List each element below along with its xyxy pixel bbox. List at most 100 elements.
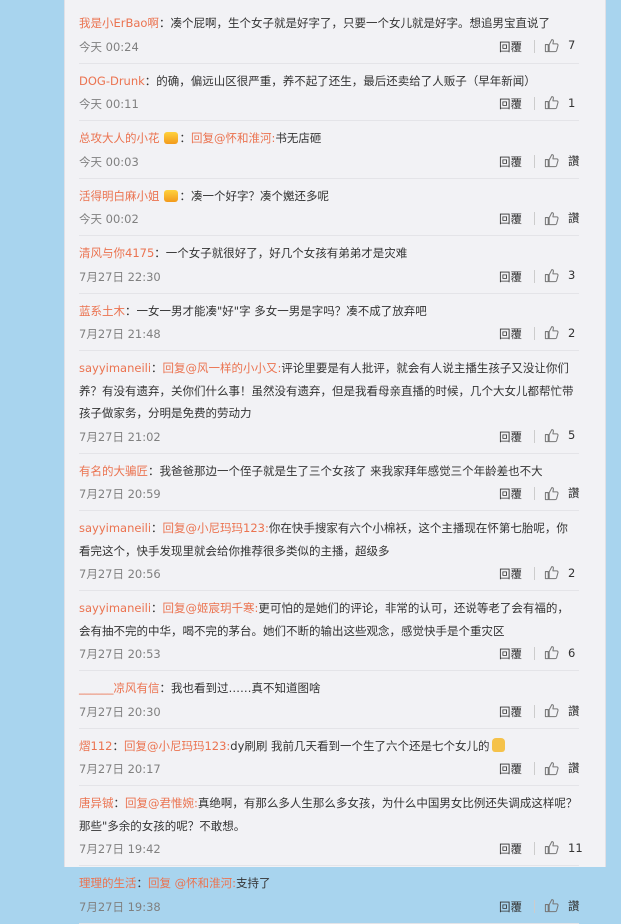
- comment-username[interactable]: 总攻大人的小花: [79, 131, 160, 145]
- comment-username[interactable]: sayyimaneili: [79, 521, 151, 535]
- like-button[interactable]: 讚: [544, 703, 580, 719]
- comment-item: sayyimaneili：回复@小尼玛玛123:你在快手搜家有六个小棉袄，这个主…: [79, 511, 579, 591]
- like-count: 2: [568, 325, 576, 340]
- comment-username[interactable]: 清风与你4175: [79, 246, 154, 260]
- reply-button[interactable]: 回覆: [499, 566, 522, 582]
- comment-colon: ：: [144, 73, 157, 88]
- comment-colon: ：: [136, 876, 149, 890]
- action-divider: [534, 647, 535, 660]
- like-button[interactable]: 1: [544, 95, 575, 110]
- comment-meta: 7月27日 21:48 回覆 2: [79, 322, 579, 345]
- reply-button[interactable]: 回覆: [499, 154, 522, 170]
- comment-time: 7月27日 22:30: [79, 269, 161, 284]
- comment-time: 7月27日 21:48: [79, 327, 161, 341]
- comment-username[interactable]: 我是小ErBao啊: [79, 16, 159, 30]
- comment-meta: 7月27日 19:38 回覆 讚: [79, 895, 580, 918]
- comment-username[interactable]: ______凉风有信: [79, 681, 160, 695]
- comment-username[interactable]: DOG-Drunk: [79, 74, 145, 88]
- like-count: 7: [568, 38, 576, 52]
- like-button[interactable]: 6: [544, 645, 575, 660]
- comment-time: 今天 00:02: [79, 212, 139, 226]
- comment-username[interactable]: 理理的生活: [79, 876, 137, 890]
- comment-time: 今天 00:11: [79, 97, 139, 111]
- reply-button[interactable]: 回覆: [499, 269, 522, 285]
- comment-item: 蓝系土木：一女一男才能凑"好"字 多女一男是字吗？凑不成了放弃吧 7月27日 2…: [79, 294, 579, 351]
- reply-button[interactable]: 回覆: [499, 704, 522, 720]
- like-count: 讚: [568, 703, 580, 718]
- like-button[interactable]: 7: [544, 38, 575, 53]
- action-divider: [534, 704, 535, 718]
- reply-button[interactable]: 回覆: [499, 429, 522, 445]
- comment-colon: ：: [151, 601, 163, 615]
- comment-time: 7月27日 20:17: [79, 762, 161, 776]
- comment-username[interactable]: 活得明白麻小姐: [79, 189, 160, 203]
- comment-colon: ：: [125, 303, 137, 318]
- reply-button[interactable]: 回覆: [499, 326, 522, 342]
- comment-colon: ：: [113, 796, 126, 810]
- comment-body: 凑一个好字？凑个嬔还多呢: [191, 188, 329, 203]
- reply-button[interactable]: 回覆: [499, 39, 522, 55]
- comment-text: 我是小ErBao啊：凑个屁啊，生个女子就是好字了，只要一个女儿就是好字。想追男宝…: [79, 12, 579, 35]
- comment-text: 熠112：回复@小尼玛玛123:dy刷刷 我前几天看到一个生了六个还是七个女儿的: [79, 735, 579, 758]
- like-button[interactable]: 2: [544, 565, 575, 580]
- thumbs-up-icon: [544, 761, 559, 775]
- like-button[interactable]: 讚: [544, 898, 580, 914]
- like-button[interactable]: 5: [544, 428, 575, 443]
- comment-mention[interactable]: 回复@风一样的小小又:: [163, 361, 282, 375]
- comment-mention[interactable]: 回复@君惟婉:: [125, 796, 198, 810]
- comment-mention[interactable]: 回复 @怀和淮河:: [148, 876, 236, 890]
- reply-button[interactable]: 回覆: [499, 841, 522, 857]
- comment-username[interactable]: 蓝系土木: [79, 304, 125, 318]
- member-badge-icon: [163, 189, 178, 202]
- comment-meta: 7月27日 22:30 回覆 3: [79, 265, 579, 288]
- action-divider: [534, 487, 535, 500]
- like-button[interactable]: 讚: [544, 153, 580, 169]
- comment-time: 7月27日 20:59: [79, 487, 161, 501]
- comment-username[interactable]: 唐异铖: [79, 796, 114, 810]
- like-count: 讚: [568, 153, 580, 168]
- reply-button[interactable]: 回覆: [499, 96, 522, 112]
- reply-button[interactable]: 回覆: [499, 646, 522, 662]
- action-divider: [534, 762, 535, 775]
- comment-mention[interactable]: 回复@小尼玛玛123:: [124, 739, 230, 753]
- comment-text: sayyimaneili：回复@风一样的小小又:评论里要是有人批评，就会有人说主…: [79, 357, 579, 425]
- comment-body: 我爸爸那边一个侄子就是生了三个女孩了 来我家拜年感觉三个年龄差也不大: [159, 463, 543, 478]
- like-count: 讚: [568, 486, 580, 500]
- comment-item: 熠112：回复@小尼玛玛123:dy刷刷 我前几天看到一个生了六个还是七个女儿的…: [79, 729, 580, 786]
- comment-body: 一女一男才能凑"好"字 多女一男是字吗？凑不成了放弃吧: [136, 303, 427, 318]
- comment-meta: 7月27日 20:56 回覆 2: [79, 562, 579, 585]
- comment-body: 凑个屁啊，生个女子就是好字了，只要一个女儿就是好字。想追男宝直说了: [170, 16, 550, 30]
- comment-username[interactable]: 有名的大骗匠: [79, 464, 148, 478]
- like-button[interactable]: 3: [544, 268, 575, 283]
- like-button[interactable]: 2: [544, 325, 575, 340]
- like-count: 讚: [568, 761, 580, 775]
- comment-item: 唐异铖：回复@君惟婉:真绝啊，有那么多人生那么多女孩，为什么中国男女比例还失调成…: [79, 786, 583, 866]
- comment-item: ______凉风有信：我也看到过……真不知道图啥 7月27日 20:30 回覆 …: [79, 671, 580, 729]
- comment-item: 总攻大人的小花 ：回复@怀和淮河:书无店砸 今天 00:03 回覆 讚: [79, 121, 580, 179]
- comment-time: 7月27日 21:02: [79, 429, 161, 444]
- like-button[interactable]: 讚: [544, 210, 580, 226]
- reply-button[interactable]: 回覆: [499, 486, 522, 502]
- like-button[interactable]: 11: [544, 840, 583, 855]
- comment-meta: 7月27日 20:30 回覆 讚: [79, 700, 580, 723]
- comment-username[interactable]: sayyimaneili: [79, 601, 151, 615]
- member-badge-icon: [163, 132, 178, 144]
- reply-button[interactable]: 回覆: [499, 899, 522, 915]
- comment-username[interactable]: sayyimaneili: [79, 361, 151, 375]
- thumbs-up-icon: [544, 486, 559, 500]
- comment-text: ______凉风有信：我也看到过……真不知道图啥: [79, 677, 579, 700]
- like-button[interactable]: 讚: [544, 485, 580, 501]
- reply-button[interactable]: 回覆: [499, 211, 522, 227]
- comment-mention[interactable]: 回复@小尼玛玛123:: [163, 521, 269, 535]
- comment-colon: ：: [159, 681, 172, 695]
- comment-meta: 7月27日 21:02 回覆 5: [79, 425, 579, 448]
- comment-mention[interactable]: 回复@怀和淮河:: [191, 131, 275, 145]
- comment-username[interactable]: 熠112: [79, 739, 112, 753]
- reply-button[interactable]: 回覆: [499, 761, 522, 777]
- like-button[interactable]: 讚: [544, 760, 580, 776]
- thumbs-up-icon: [544, 268, 559, 282]
- action-divider: [534, 327, 535, 340]
- comment-mention[interactable]: 回复@姬宸玥千寒:: [163, 601, 259, 615]
- comment-text: 清风与你4175：一个女子就很好了，好几个女孩有弟弟才是灾难: [79, 242, 579, 265]
- comment-time: 今天 00:24: [79, 39, 139, 54]
